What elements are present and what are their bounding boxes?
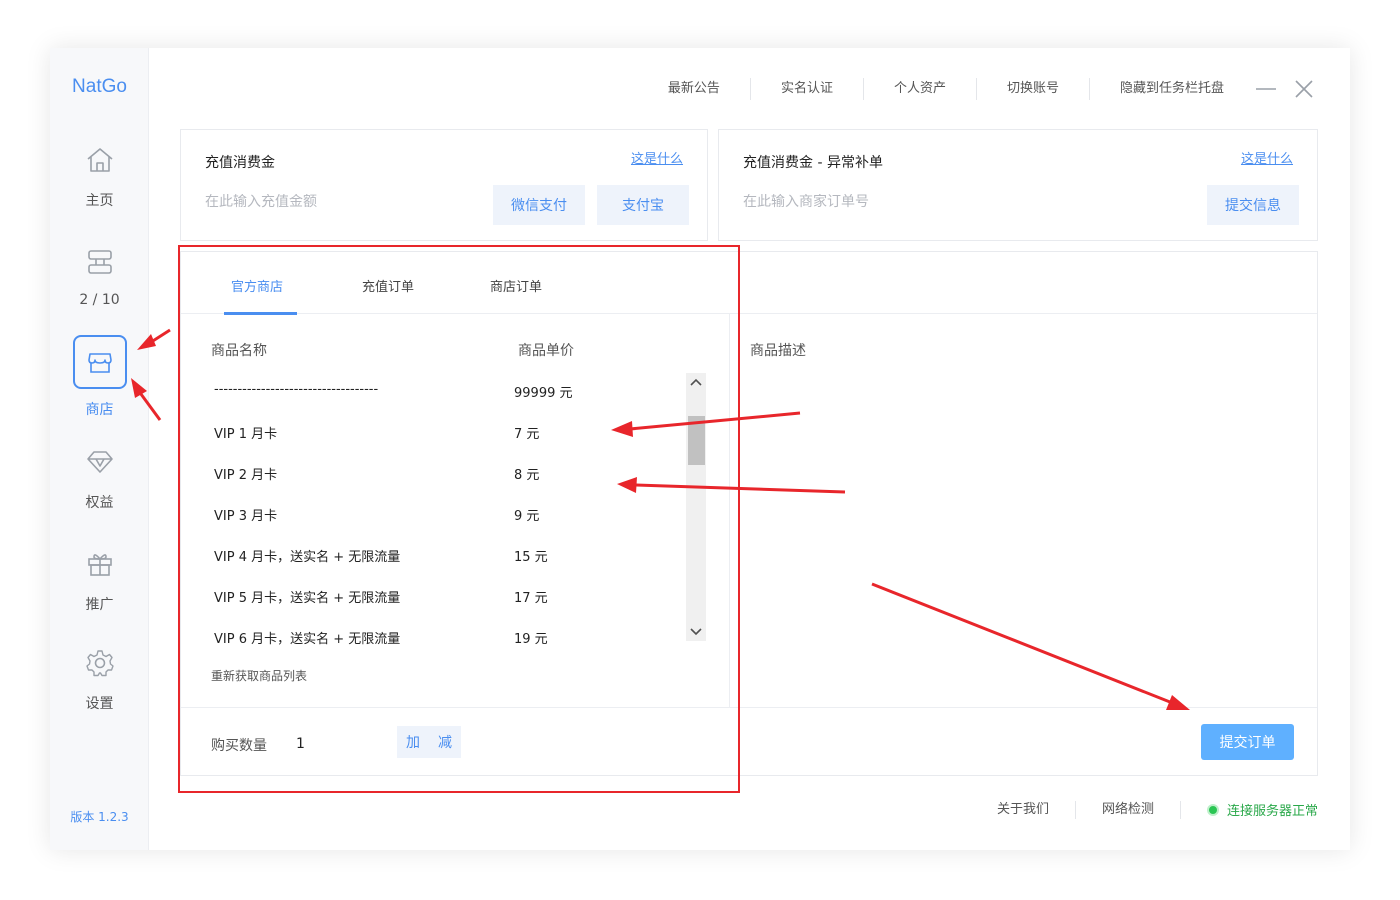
product-name: VIP 3 月卡: [214, 509, 278, 524]
chevron-down-icon[interactable]: [686, 623, 706, 641]
quantity-input[interactable]: [296, 736, 376, 752]
topbar-links: 最新公告 实名认证 个人资产 切换账号 隐藏到任务栏托盘: [638, 78, 1320, 100]
chevron-up-icon[interactable]: [686, 373, 706, 391]
product-price: 15 元: [514, 550, 548, 565]
recharge-help-link[interactable]: 这是什么: [631, 148, 683, 167]
recharge-card: 充值消费金 这是什么 微信支付 支付宝: [180, 129, 708, 241]
product-row[interactable]: VIP 6 月卡，送实名 + 无限流量 19 元: [181, 616, 681, 645]
merchant-order-input[interactable]: [743, 194, 1003, 210]
quantity-add-button[interactable]: 加: [397, 726, 429, 758]
assets-link[interactable]: 个人资产: [864, 78, 977, 100]
diamond-icon: [84, 446, 116, 478]
product-price: 99999 元: [514, 386, 573, 401]
product-row[interactable]: VIP 4 月卡，送实名 + 无限流量 15 元: [181, 534, 681, 575]
supplement-card: 充值消费金 - 异常补单 这是什么 提交信息: [718, 129, 1318, 241]
connection-status: 连接服务器正常: [1181, 800, 1318, 819]
server-icon: [84, 246, 116, 278]
status-dot-icon: [1206, 803, 1219, 816]
product-price: 9 元: [514, 509, 540, 524]
product-price: 19 元: [514, 632, 548, 645]
sidebar-item-label: 商店: [85, 402, 114, 418]
sidebar-item-label: 推广: [85, 597, 114, 613]
product-row[interactable]: VIP 2 月卡 8 元: [181, 452, 681, 493]
minimize-icon[interactable]: [1250, 78, 1282, 100]
description-header: [729, 252, 1317, 314]
about-link[interactable]: 关于我们: [971, 800, 1076, 819]
column-header-name: 商品名称: [211, 343, 267, 359]
alipay-button[interactable]: 支付宝: [597, 185, 689, 225]
sidebar-item-tunnels[interactable]: 2 / 10: [50, 246, 149, 308]
product-list-scrollbar[interactable]: [686, 373, 706, 641]
scroll-thumb[interactable]: [688, 416, 705, 465]
refresh-products-link[interactable]: 重新获取商品列表: [211, 667, 307, 684]
product-row[interactable]: VIP 3 月卡 9 元: [181, 493, 681, 534]
sidebar-item-settings[interactable]: 设置: [50, 647, 149, 713]
home-icon: [84, 144, 116, 176]
tab-store-orders[interactable]: 商店订单: [490, 276, 542, 295]
store-active-box: [72, 335, 127, 389]
supplement-help-link[interactable]: 这是什么: [1241, 148, 1293, 167]
column-header-price: 商品单价: [518, 343, 574, 359]
switch-account-link[interactable]: 切换账号: [977, 78, 1090, 100]
sidebar-item-home[interactable]: 主页: [50, 144, 149, 210]
product-name: VIP 5 月卡，送实名 + 无限流量: [214, 591, 401, 606]
version-label: 版本 1.2.3: [70, 810, 129, 824]
submit-order-button[interactable]: 提交订单: [1201, 724, 1294, 760]
quantity-label: 购买数量: [211, 738, 267, 754]
product-price: 8 元: [514, 468, 540, 483]
store-icon: [84, 346, 116, 378]
product-price: 17 元: [514, 591, 548, 606]
product-row[interactable]: VIP 5 月卡，送实名 + 无限流量 17 元: [181, 575, 681, 616]
topbar: 最新公告 实名认证 个人资产 切换账号 隐藏到任务栏托盘: [149, 48, 1350, 128]
product-row[interactable]: VIP 1 月卡 7 元: [181, 411, 681, 452]
sidebar-item-label: 设置: [85, 696, 114, 712]
sidebar-item-promotion[interactable]: 推广: [50, 548, 149, 614]
announcements-link[interactable]: 最新公告: [638, 78, 751, 100]
close-icon[interactable]: [1288, 78, 1320, 100]
gift-icon: [84, 548, 116, 580]
app-logo: NatGo: [72, 76, 127, 97]
wechat-pay-button[interactable]: 微信支付: [493, 185, 585, 225]
active-tab-indicator: [224, 312, 297, 315]
app-window: NatGo 主页 2 / 10 商店 权益 推广 设置 版本 1.2.3 最新公…: [50, 48, 1350, 850]
recharge-amount-input[interactable]: [205, 194, 465, 210]
recharge-title: 充值消费金: [205, 155, 275, 171]
status-bar: 关于我们 网络检测 连接服务器正常: [971, 800, 1318, 819]
sidebar-item-label: 权益: [85, 495, 114, 511]
shop-panel: 官方商店 充值订单 商店订单 商品名称 商品单价 商品描述 ----------…: [180, 251, 1318, 776]
product-row[interactable]: ----------------------------------- 9999…: [181, 370, 681, 411]
column-divider: [729, 314, 730, 707]
submit-info-button[interactable]: 提交信息: [1207, 185, 1299, 225]
real-name-link[interactable]: 实名认证: [751, 78, 864, 100]
gear-icon: [84, 647, 116, 679]
tab-recharge-orders[interactable]: 充值订单: [362, 276, 414, 295]
sidebar-item-label: 主页: [85, 193, 114, 209]
product-name: VIP 2 月卡: [214, 468, 278, 483]
sidebar-item-store[interactable]: 商店: [50, 335, 149, 419]
column-header-description: 商品描述: [750, 343, 806, 359]
connection-status-text: 连接服务器正常: [1226, 804, 1318, 819]
product-name: VIP 6 月卡，送实名 + 无限流量: [214, 632, 401, 645]
product-name: VIP 4 月卡，送实名 + 无限流量: [214, 550, 401, 565]
supplement-title: 充值消费金 - 异常补单: [743, 155, 883, 171]
product-name: VIP 1 月卡: [214, 427, 278, 442]
sidebar-item-benefits[interactable]: 权益: [50, 446, 149, 512]
tab-official-store[interactable]: 官方商店: [231, 276, 283, 295]
shop-tabs: 官方商店 充值订单 商店订单: [181, 252, 729, 315]
footer-divider: [181, 707, 1317, 708]
product-list: ----------------------------------- 9999…: [181, 370, 729, 645]
hide-to-tray-link[interactable]: 隐藏到任务栏托盘: [1090, 78, 1244, 100]
product-price: 7 元: [514, 427, 540, 442]
sidebar-item-label: 2 / 10: [79, 292, 120, 308]
sidebar: NatGo 主页 2 / 10 商店 权益 推广 设置 版本 1.2.3: [50, 48, 149, 850]
quantity-subtract-button[interactable]: 减: [429, 726, 461, 758]
product-name: -----------------------------------: [214, 382, 379, 397]
network-check-link[interactable]: 网络检测: [1076, 800, 1181, 819]
